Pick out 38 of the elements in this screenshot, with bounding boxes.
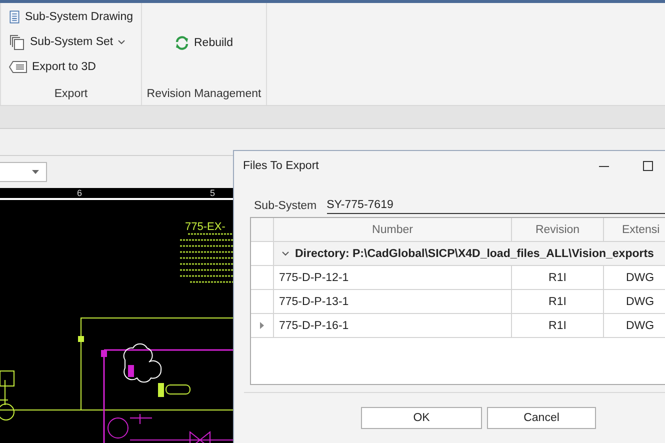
refresh-icon: [175, 36, 189, 50]
table-cell: 775-D-P-13-1: [274, 290, 512, 313]
group-label: Directory: P:\CadGlobal\SICP\X4D_load_files_ALL\Vision_exports: [295, 248, 654, 260]
dropdown-arrow-icon: [32, 170, 39, 174]
table-cell: 775-D-P-12-1: [274, 266, 512, 289]
column-header[interactable]: Revision: [512, 218, 604, 241]
table-cell: R1I: [512, 266, 604, 289]
pages-icon: [9, 34, 25, 50]
ribbon-group-label: Export: [53, 87, 89, 102]
table-cell: R1I: [512, 290, 604, 313]
equipment-tag: 775-EX-: [185, 221, 226, 233]
dialog-title: Files To Export: [243, 160, 320, 172]
field-label: Sub-System: [254, 200, 317, 212]
table-cell: R1I: [512, 314, 604, 337]
column-header[interactable]: Number: [274, 218, 512, 241]
table-cell: DWG: [604, 290, 665, 313]
tag-icon: [9, 61, 27, 73]
dialog-button[interactable]: Cancel: [487, 407, 596, 429]
ribbon-button[interactable]: Sub-System Set: [5, 31, 137, 53]
ribbon-button[interactable]: Sub-System Drawing: [5, 6, 137, 28]
ribbon-button[interactable]: Export to 3D: [5, 56, 137, 78]
table-cell: DWG: [604, 266, 665, 289]
dialog-button[interactable]: OK: [361, 407, 482, 429]
chevron-down-icon: [282, 250, 289, 257]
dropdown-field[interactable]: [0, 162, 47, 182]
table-cell: 775-D-P-16-1: [274, 314, 512, 337]
column-header[interactable]: Extensi: [604, 218, 665, 241]
document-icon: [9, 9, 20, 25]
group-row[interactable]: Directory: P:\CadGlobal\SICP\X4D_load_files_ALL\Vision_exports: [274, 242, 665, 265]
table-cell: DWG: [604, 314, 665, 337]
row-pointer-icon: [260, 322, 264, 329]
ribbon-button[interactable]: Rebuild: [171, 32, 237, 54]
ruler-label: 6: [77, 188, 82, 198]
sub-system-field[interactable]: SY-775-7619: [326, 197, 665, 214]
ruler-label: 5: [210, 188, 216, 198]
chevron-down-icon: [118, 40, 126, 44]
ribbon-group-label: Revision Management: [146, 87, 262, 102]
maximize-icon: [643, 161, 653, 171]
